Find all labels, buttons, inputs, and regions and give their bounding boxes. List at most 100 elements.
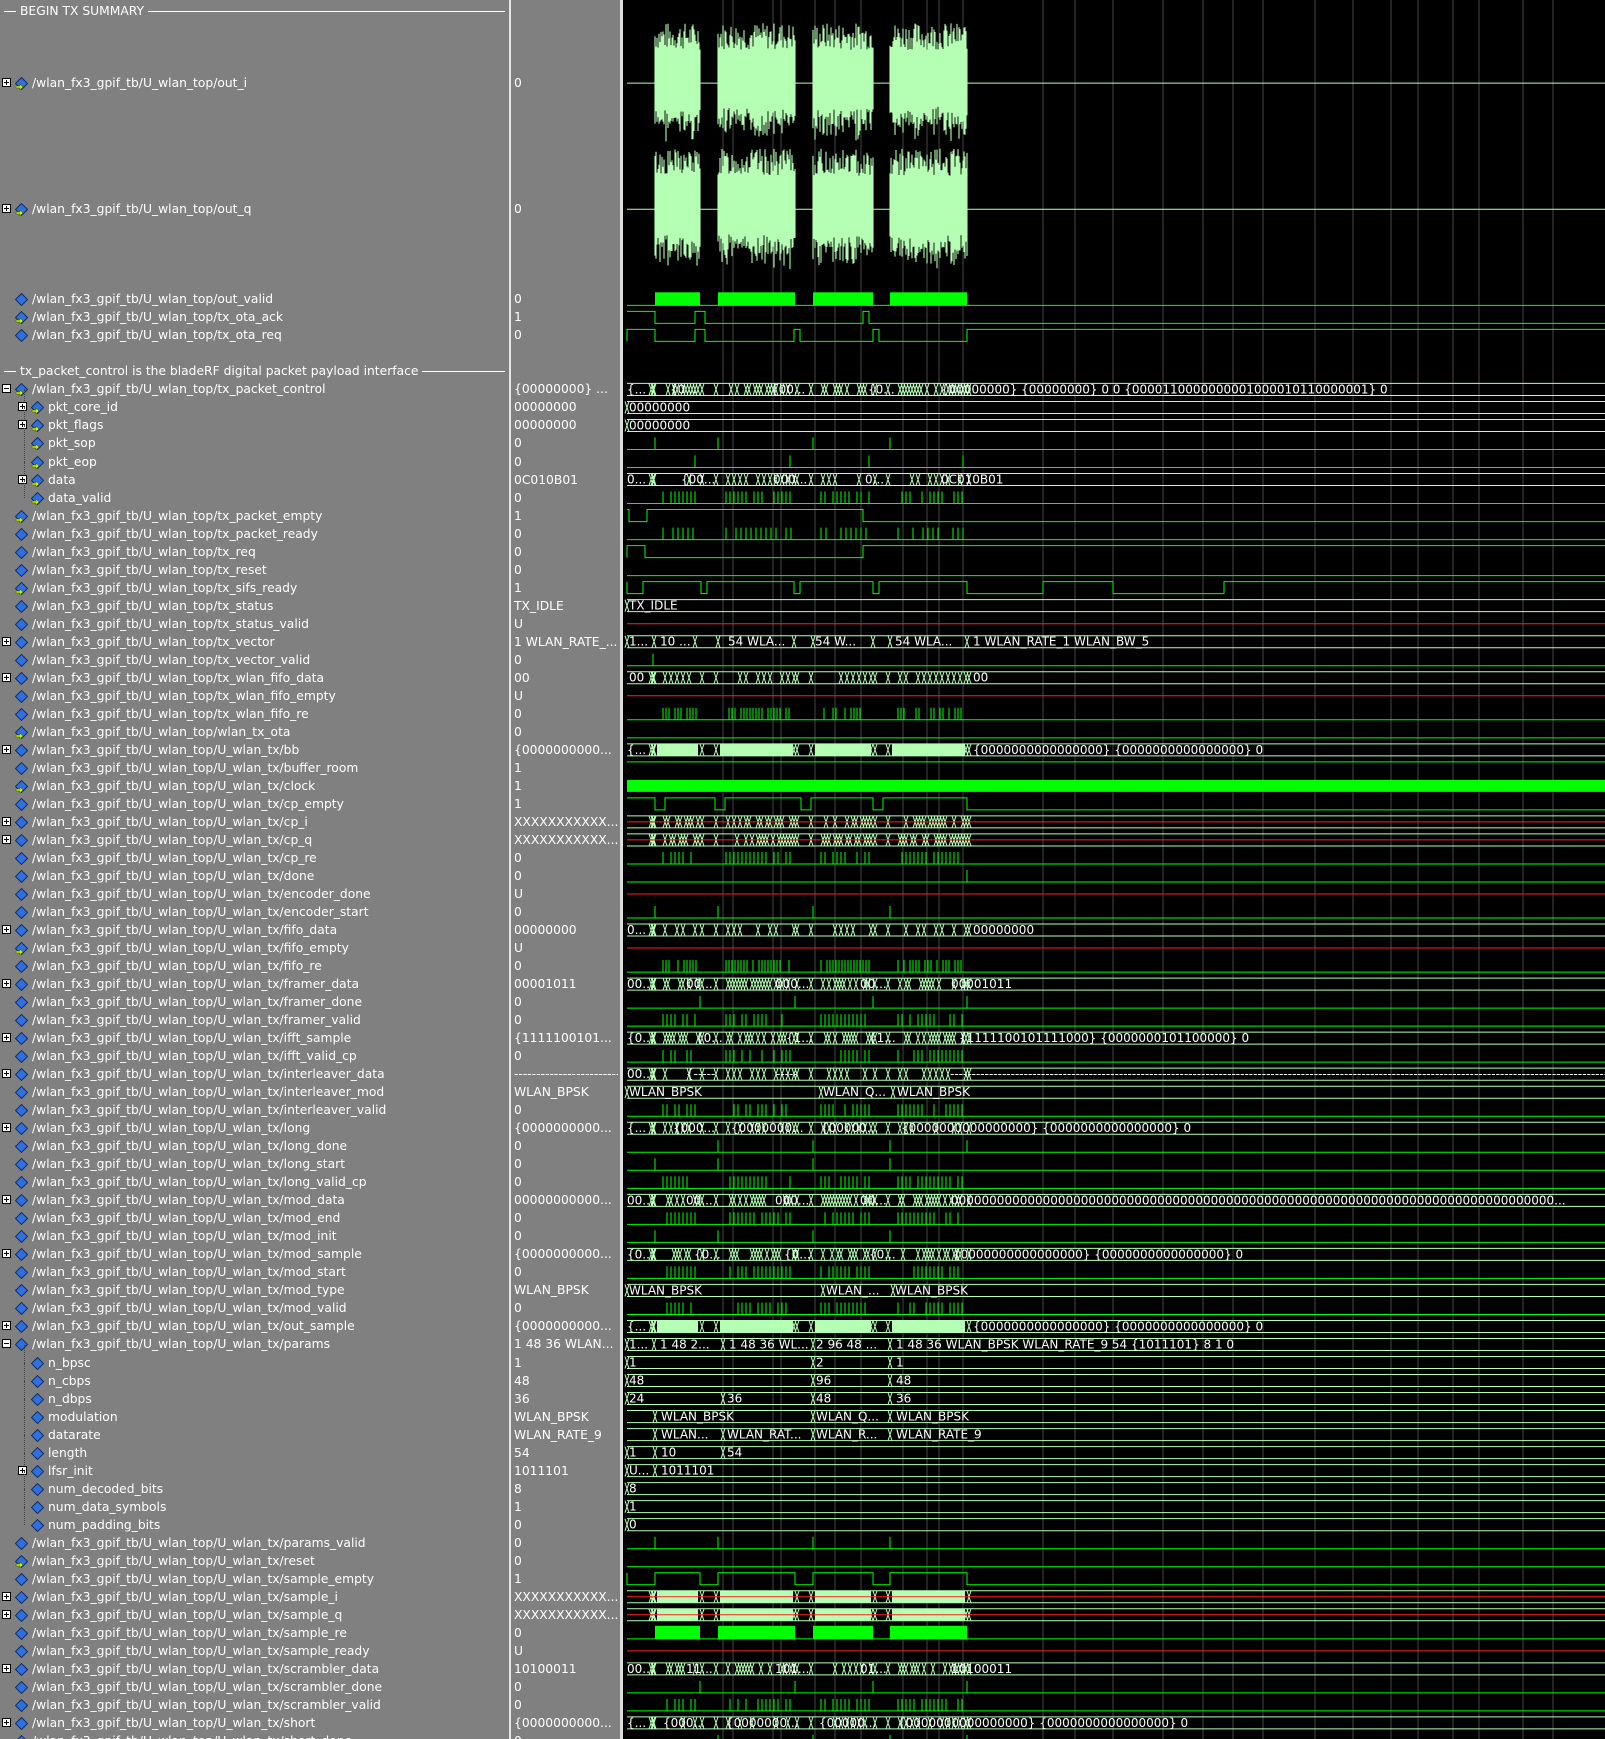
signal-row[interactable]: pkt_eop bbox=[0, 443, 509, 471]
signal-value[interactable]: U bbox=[514, 885, 618, 903]
signal-value[interactable]: 1 bbox=[514, 777, 618, 795]
signal-value[interactable]: 0 bbox=[514, 290, 618, 308]
signal-row[interactable]: /wlan_fx3_gpif_tb/U_wlan_top/tx_packet_r… bbox=[0, 525, 509, 543]
signal-row[interactable]: /wlan_fx3_gpif_tb/U_wlan_top/U_wlan_tx/s… bbox=[0, 1678, 509, 1696]
collapse-toggle-icon[interactable] bbox=[2, 384, 11, 394]
signal-row[interactable]: /wlan_fx3_gpif_tb/U_wlan_top/U_wlan_tx/p… bbox=[0, 1335, 509, 1353]
signal-value[interactable]: 0 bbox=[514, 74, 618, 92]
signal-row[interactable]: /wlan_fx3_gpif_tb/U_wlan_top/U_wlan_tx/f… bbox=[0, 1011, 509, 1029]
waveform-panel[interactable]: {... {0... {00... {0... {00000000} {00000000… bbox=[623, 0, 1605, 1739]
signal-row[interactable]: /wlan_fx3_gpif_tb/U_wlan_top/U_wlan_tx/b… bbox=[0, 759, 509, 777]
signal-value[interactable]: 00000000 bbox=[514, 921, 618, 939]
signal-value[interactable]: 00001011 bbox=[514, 975, 618, 993]
signal-value[interactable]: 1 bbox=[514, 507, 618, 525]
signal-value[interactable]: XXXXXXXXXXX... bbox=[514, 1606, 618, 1624]
signal-value[interactable]: 1 bbox=[514, 1498, 618, 1516]
expand-toggle-icon[interactable] bbox=[2, 1591, 11, 1601]
signal-row[interactable]: /wlan_fx3_gpif_tb/U_wlan_top/U_wlan_tx/s… bbox=[0, 1732, 509, 1739]
signal-value[interactable]: 0 bbox=[514, 1263, 618, 1281]
signal-row[interactable]: /wlan_fx3_gpif_tb/U_wlan_top/tx_packet_e… bbox=[0, 507, 509, 525]
signal-row[interactable]: /wlan_fx3_gpif_tb/U_wlan_top/U_wlan_tx/c… bbox=[0, 831, 509, 849]
signal-value[interactable]: {0000000000... bbox=[514, 1119, 618, 1137]
signal-value[interactable]: 1 bbox=[514, 1354, 618, 1372]
signal-row[interactable]: /wlan_fx3_gpif_tb/U_wlan_top/U_wlan_tx/c… bbox=[0, 795, 509, 813]
collapse-toggle-icon[interactable] bbox=[2, 1339, 11, 1349]
signal-row[interactable]: /wlan_fx3_gpif_tb/U_wlan_top/U_wlan_tx/e… bbox=[0, 903, 509, 921]
signal-row[interactable]: /wlan_fx3_gpif_tb/U_wlan_top/out_q bbox=[0, 200, 509, 218]
signal-value[interactable]: 0 bbox=[514, 903, 618, 921]
signal-value[interactable]: 1 bbox=[514, 759, 618, 777]
signal-row[interactable]: lfsr_init bbox=[0, 1452, 509, 1480]
signal-value[interactable]: 1 bbox=[514, 795, 618, 813]
signal-value[interactable]: XXXXXXXXXXX... bbox=[514, 1588, 618, 1606]
divider-row[interactable]: BEGIN TX SUMMARY bbox=[0, 2, 509, 20]
signal-value[interactable]: 1 bbox=[514, 308, 618, 326]
signal-value[interactable]: {0000000000... bbox=[514, 1714, 618, 1732]
signal-value[interactable]: 0 bbox=[514, 543, 618, 561]
expand-toggle-icon[interactable] bbox=[2, 925, 11, 935]
signal-row[interactable]: n_bpsc bbox=[0, 1344, 509, 1372]
signal-row[interactable]: /wlan_fx3_gpif_tb/U_wlan_top/U_wlan_tx/d… bbox=[0, 867, 509, 885]
signal-row[interactable]: /wlan_fx3_gpif_tb/U_wlan_top/U_wlan_tx/s… bbox=[0, 1570, 509, 1588]
signal-value[interactable]: 0 bbox=[514, 849, 618, 867]
signal-row[interactable]: data bbox=[0, 461, 509, 489]
expand-toggle-icon[interactable] bbox=[2, 834, 11, 844]
signal-row[interactable]: /wlan_fx3_gpif_tb/U_wlan_top/U_wlan_tx/c… bbox=[0, 813, 509, 831]
signal-value[interactable]: {1111100101... bbox=[514, 1029, 618, 1047]
expand-toggle-icon[interactable] bbox=[2, 979, 11, 989]
signal-value[interactable]: WLAN_BPSK bbox=[514, 1281, 618, 1299]
signal-row[interactable]: /wlan_fx3_gpif_tb/U_wlan_top/U_wlan_tx/s… bbox=[0, 1696, 509, 1714]
signal-row[interactable]: /wlan_fx3_gpif_tb/U_wlan_top/U_wlan_tx/s… bbox=[0, 1642, 509, 1660]
signal-row[interactable]: /wlan_fx3_gpif_tb/U_wlan_top/tx_status_v… bbox=[0, 615, 509, 633]
signal-row[interactable]: /wlan_fx3_gpif_tb/U_wlan_top/U_wlan_tx/f… bbox=[0, 993, 509, 1011]
signal-row[interactable]: /wlan_fx3_gpif_tb/U_wlan_top/tx_vector bbox=[0, 633, 509, 651]
signal-row[interactable]: /wlan_fx3_gpif_tb/U_wlan_top/tx_status bbox=[0, 597, 509, 615]
divider-row[interactable]: tx_packet_control is the bladeRF digital… bbox=[0, 362, 509, 380]
signal-row[interactable]: /wlan_fx3_gpif_tb/U_wlan_top/U_wlan_tx/m… bbox=[0, 1281, 509, 1299]
signal-value[interactable]: 00000000 bbox=[514, 398, 618, 416]
expand-toggle-icon[interactable] bbox=[2, 1717, 11, 1727]
expand-toggle-icon[interactable] bbox=[2, 1033, 11, 1043]
signal-row[interactable]: /wlan_fx3_gpif_tb/U_wlan_top/out_valid bbox=[0, 290, 509, 308]
signal-value[interactable]: ------------------------ bbox=[514, 1065, 618, 1083]
expand-toggle-icon[interactable] bbox=[2, 1321, 11, 1331]
signal-row[interactable]: /wlan_fx3_gpif_tb/U_wlan_top/U_wlan_tx/l… bbox=[0, 1155, 509, 1173]
signal-row[interactable]: /wlan_fx3_gpif_tb/U_wlan_top/U_wlan_tx/f… bbox=[0, 975, 509, 993]
signal-value[interactable]: 0 bbox=[514, 1137, 618, 1155]
signal-row[interactable]: /wlan_fx3_gpif_tb/U_wlan_top/tx_wlan_fif… bbox=[0, 687, 509, 705]
signal-row[interactable]: /wlan_fx3_gpif_tb/U_wlan_top/U_wlan_tx/e… bbox=[0, 885, 509, 903]
signal-row[interactable]: /wlan_fx3_gpif_tb/U_wlan_top/U_wlan_tx/s… bbox=[0, 1624, 509, 1642]
signal-value[interactable]: 0 bbox=[514, 1732, 618, 1739]
expand-toggle-icon[interactable] bbox=[2, 78, 11, 88]
signal-row[interactable]: /wlan_fx3_gpif_tb/U_wlan_top/U_wlan_tx/c… bbox=[0, 849, 509, 867]
signal-value[interactable]: 0 bbox=[514, 434, 618, 452]
expand-toggle-icon[interactable] bbox=[2, 204, 11, 214]
signal-row[interactable]: n_dbps bbox=[0, 1380, 509, 1408]
signal-value[interactable]: 0 bbox=[514, 1173, 618, 1191]
signal-value[interactable]: XXXXXXXXXXX... bbox=[514, 831, 618, 849]
signal-value[interactable]: 0 bbox=[514, 525, 618, 543]
signal-value[interactable]: 1 WLAN_RATE_... bbox=[514, 633, 618, 651]
signal-row[interactable]: /wlan_fx3_gpif_tb/U_wlan_top/tx_wlan_fif… bbox=[0, 669, 509, 687]
signal-value[interactable]: 00000000 bbox=[514, 416, 618, 434]
signal-row[interactable]: /wlan_fx3_gpif_tb/U_wlan_top/U_wlan_tx/l… bbox=[0, 1137, 509, 1155]
signal-row[interactable]: data_valid bbox=[0, 479, 509, 507]
signal-value[interactable]: 0 bbox=[514, 1011, 618, 1029]
signal-value[interactable]: TX_IDLE bbox=[514, 597, 618, 615]
signal-row[interactable]: length bbox=[0, 1434, 509, 1462]
signal-value[interactable]: 0 bbox=[514, 326, 618, 344]
signal-value[interactable]: 00 bbox=[514, 669, 618, 687]
signal-value[interactable]: 0 bbox=[514, 1209, 618, 1227]
signal-row[interactable]: /wlan_fx3_gpif_tb/U_wlan_top/U_wlan_tx/r… bbox=[0, 1552, 509, 1570]
signal-row[interactable]: /wlan_fx3_gpif_tb/U_wlan_top/tx_wlan_fif… bbox=[0, 705, 509, 723]
signal-names-panel[interactable]: BEGIN TX SUMMARY tx_packet_control is the… bbox=[0, 0, 509, 1739]
waveform-canvas[interactable]: {... {0... {00... {0... {00000000} {00000000… bbox=[623, 0, 1605, 1739]
signal-row[interactable]: /wlan_fx3_gpif_tb/U_wlan_top/U_wlan_tx/f… bbox=[0, 921, 509, 939]
signal-row[interactable]: /wlan_fx3_gpif_tb/U_wlan_top/U_wlan_tx/b… bbox=[0, 741, 509, 759]
signal-value[interactable]: 0 bbox=[514, 453, 618, 471]
signal-value[interactable]: 0 bbox=[514, 651, 618, 669]
signal-row[interactable]: pkt_flags bbox=[0, 407, 509, 434]
signal-value[interactable]: {0000000000... bbox=[514, 1317, 618, 1335]
signal-value[interactable]: 0 bbox=[514, 1101, 618, 1119]
signal-value[interactable]: {00000000} ... bbox=[514, 380, 618, 398]
